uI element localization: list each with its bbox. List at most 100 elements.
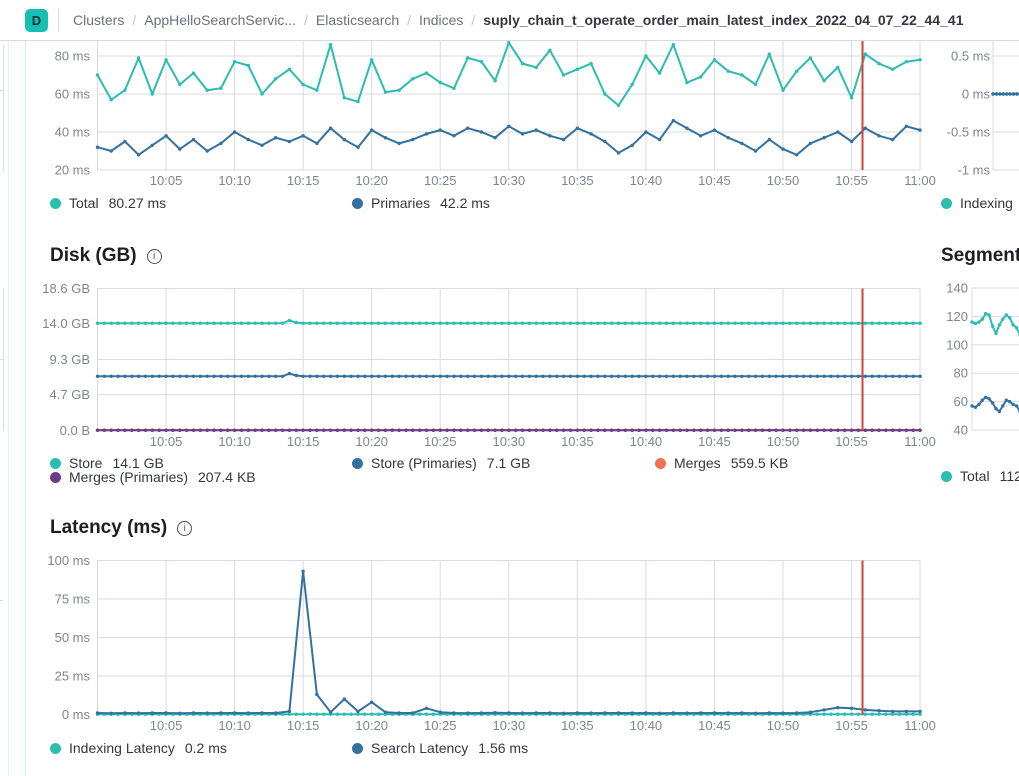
svg-text:10:15: 10:15: [287, 718, 320, 730]
svg-text:10:50: 10:50: [767, 434, 800, 449]
svg-text:10:25: 10:25: [424, 173, 457, 188]
legend-item-total[interactable]: Total 80.27 ms: [50, 195, 166, 211]
cut-chart-border: [3, 45, 4, 172]
breadcrumb-clusters[interactable]: Clusters: [73, 12, 124, 28]
svg-text:10:40: 10:40: [630, 173, 663, 188]
svg-text:60: 60: [954, 394, 968, 409]
svg-text:100: 100: [946, 337, 968, 352]
svg-text:10:55: 10:55: [835, 718, 868, 730]
series-dot: [50, 458, 61, 469]
svg-text:-0.5 ms: -0.5 ms: [947, 125, 991, 140]
legend-item-segment-total[interactable]: Total 112: [941, 468, 1019, 484]
svg-text:10:55: 10:55: [835, 173, 868, 188]
cut-chart-gridline: [0, 359, 3, 360]
svg-text:4.7 GB: 4.7 GB: [50, 387, 90, 402]
legend-item-indexing[interactable]: Indexing 0: [941, 195, 1019, 211]
breadcrumb-elasticsearch[interactable]: Elasticsearch: [316, 12, 399, 28]
cut-chart-gridline: [0, 90, 3, 91]
chart-canvas-indexing-rate[interactable]: 0.5 ms 0 ms -0.5 ms -1 ms: [935, 41, 1019, 191]
svg-text:10:35: 10:35: [561, 718, 594, 730]
chart-canvas-top-metric[interactable]: 80 ms60 ms40 ms20 ms10:0510:1010:1510:20…: [40, 41, 940, 191]
chart-canvas-segment[interactable]: 140 120 100 80 60 40: [935, 280, 1019, 450]
latency-chart-title: Latency (ms) i: [50, 517, 192, 539]
deployment-badge[interactable]: D: [25, 9, 48, 32]
series-dot: [352, 198, 363, 209]
legend-item-indexing-latency[interactable]: Indexing Latency 0.2 ms: [50, 740, 227, 756]
series-dot: [50, 743, 61, 754]
breadcrumb-separator: /: [471, 12, 475, 28]
header-divider: [58, 8, 59, 32]
svg-text:50 ms: 50 ms: [55, 630, 91, 645]
breadcrumb: Clusters / AppHelloSearchServic... / Ela…: [73, 12, 964, 28]
svg-text:9.3 GB: 9.3 GB: [50, 352, 90, 367]
monitoring-index-page: D Clusters / AppHelloSearchServic... / E…: [0, 0, 1019, 776]
series-dot: [655, 458, 666, 469]
breadcrumb-indices[interactable]: Indices: [419, 12, 463, 28]
svg-text:0 ms: 0 ms: [962, 87, 991, 102]
cut-chart-gridline: [0, 600, 3, 601]
svg-text:14.0 GB: 14.0 GB: [42, 316, 90, 331]
legend-item-store-primaries[interactable]: Store (Primaries) 7.1 GB: [352, 455, 530, 471]
svg-text:10:50: 10:50: [767, 718, 800, 730]
info-icon[interactable]: i: [147, 249, 162, 264]
svg-text:10:45: 10:45: [698, 434, 731, 449]
svg-text:140: 140: [946, 281, 968, 296]
svg-text:25 ms: 25 ms: [55, 669, 91, 684]
breadcrumb-separator: /: [304, 12, 308, 28]
breadcrumb-bar: D Clusters / AppHelloSearchServic... / E…: [0, 0, 1019, 41]
svg-text:80: 80: [954, 366, 968, 381]
svg-text:75 ms: 75 ms: [55, 592, 91, 607]
svg-text:0 ms: 0 ms: [62, 707, 91, 722]
svg-text:10:50: 10:50: [767, 173, 800, 188]
svg-text:10:45: 10:45: [698, 718, 731, 730]
svg-text:10:10: 10:10: [218, 718, 251, 730]
svg-text:10:40: 10:40: [630, 434, 663, 449]
breadcrumb-current-index: suply_chain_t_operate_order_main_latest_…: [483, 12, 963, 28]
breadcrumb-separator: /: [407, 12, 411, 28]
svg-text:10:30: 10:30: [493, 173, 526, 188]
chart-canvas-disk[interactable]: 18.6 GB 14.0 GB 9.3 GB 4.7 GB 0.0 B 10:05 10:1…: [40, 280, 940, 450]
svg-text:10:10: 10:10: [218, 173, 251, 188]
svg-text:100 ms: 100 ms: [47, 553, 90, 568]
series-dot: [50, 472, 61, 483]
svg-text:0.5 ms: 0.5 ms: [951, 49, 991, 64]
legend-item-merges-primaries[interactable]: Merges (Primaries) 207.4 KB: [50, 469, 256, 485]
svg-text:10:30: 10:30: [493, 718, 526, 730]
breadcrumb-separator: /: [132, 12, 136, 28]
svg-text:10:20: 10:20: [355, 718, 388, 730]
legend-item-merges[interactable]: Merges 559.5 KB: [655, 455, 788, 471]
svg-text:80 ms: 80 ms: [55, 49, 91, 64]
svg-text:60 ms: 60 ms: [55, 87, 91, 102]
svg-text:10:20: 10:20: [355, 173, 388, 188]
svg-text:0.0 B: 0.0 B: [60, 423, 90, 438]
svg-text:40: 40: [954, 423, 968, 438]
series-dot: [941, 471, 952, 482]
legend-item-search-latency[interactable]: Search Latency 1.56 ms: [352, 740, 528, 756]
svg-text:10:10: 10:10: [218, 434, 251, 449]
svg-text:120: 120: [946, 309, 968, 324]
svg-text:-1 ms: -1 ms: [958, 163, 991, 178]
svg-text:10:20: 10:20: [355, 434, 388, 449]
svg-text:18.6 GB: 18.6 GB: [42, 281, 90, 296]
left-gutter: [8, 41, 26, 776]
svg-text:10:05: 10:05: [150, 434, 183, 449]
chart-canvas-latency[interactable]: 100 ms 75 ms 50 ms 25 ms 0 ms 10:05 10:10 10:15…: [40, 552, 940, 730]
info-icon[interactable]: i: [177, 521, 192, 536]
svg-text:10:05: 10:05: [150, 173, 183, 188]
breadcrumb-cluster-name[interactable]: AppHelloSearchServic...: [144, 12, 296, 28]
svg-text:40 ms: 40 ms: [55, 125, 91, 140]
svg-text:10:35: 10:35: [561, 173, 594, 188]
svg-text:11:00: 11:00: [904, 718, 936, 730]
disk-chart-title: Disk (GB) i: [50, 245, 162, 267]
series-dot: [352, 743, 363, 754]
svg-text:10:45: 10:45: [698, 173, 731, 188]
legend-item-primaries[interactable]: Primaries 42.2 ms: [352, 195, 490, 211]
svg-text:11:00: 11:00: [904, 434, 936, 449]
cut-chart-border: [3, 288, 4, 431]
svg-text:10:30: 10:30: [493, 434, 526, 449]
series-dot: [50, 198, 61, 209]
svg-text:10:05: 10:05: [150, 718, 183, 730]
series-dot: [941, 198, 952, 209]
svg-text:10:15: 10:15: [287, 173, 320, 188]
series-dot: [352, 458, 363, 469]
